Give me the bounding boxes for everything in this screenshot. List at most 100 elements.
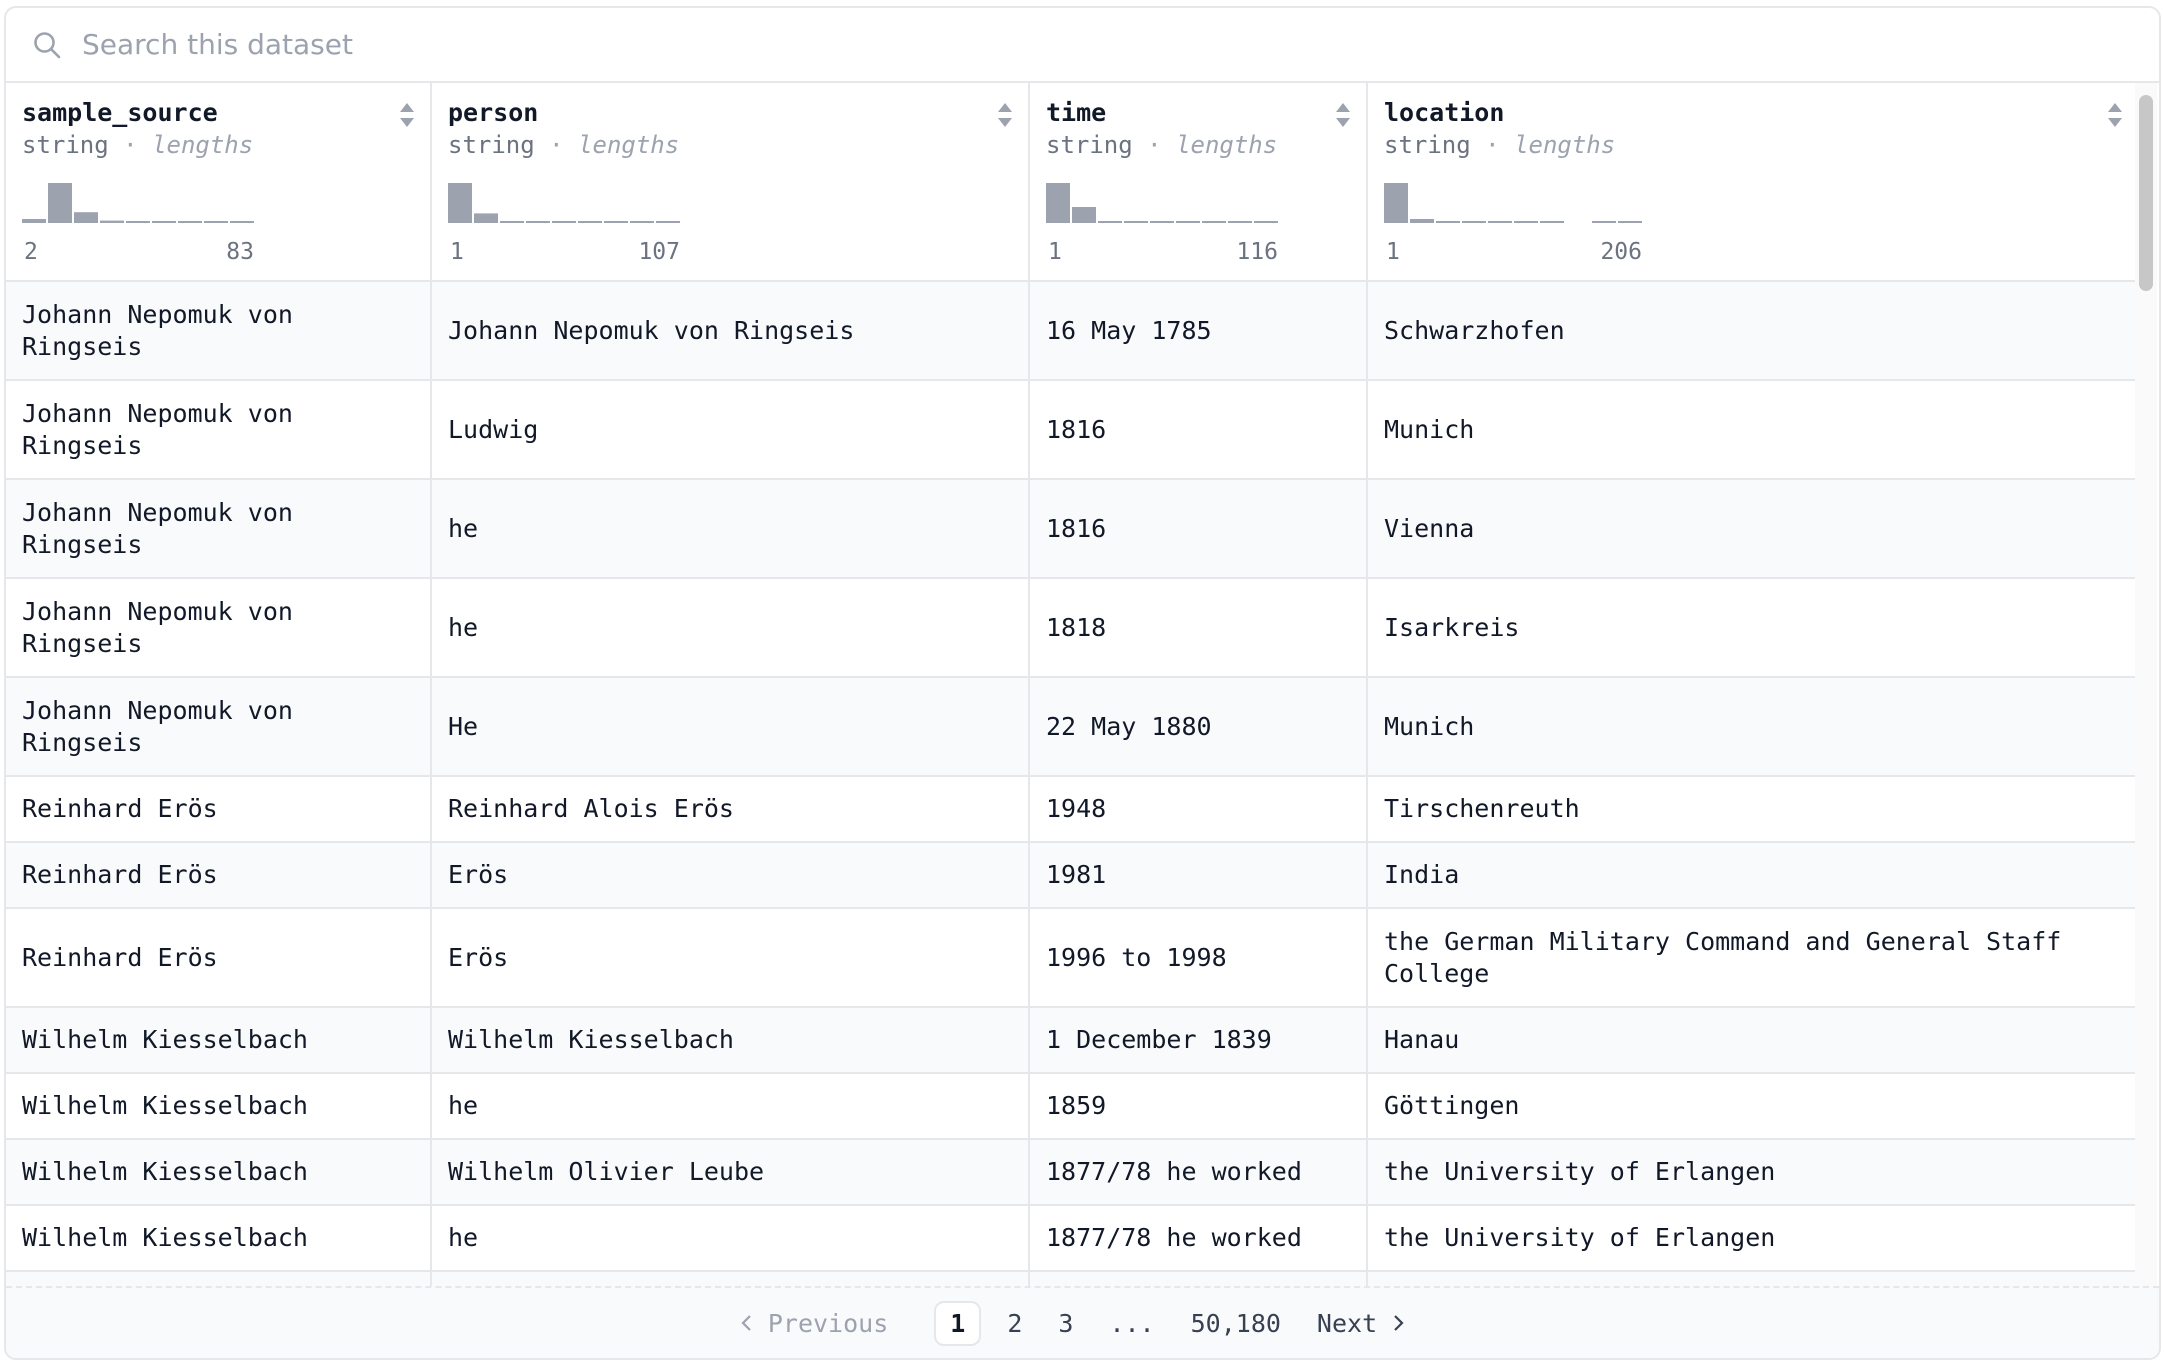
- cell-location[interactable]: Tirschenreuth: [1367, 776, 2139, 843]
- histogram-bar[interactable]: [126, 221, 150, 223]
- histogram-bar[interactable]: [1436, 221, 1460, 223]
- cell-time[interactable]: 1816: [1029, 380, 1368, 480]
- sort-icon[interactable]: [1334, 101, 1352, 129]
- cell-time[interactable]: 1859: [1029, 1073, 1368, 1140]
- histogram-bar[interactable]: [1254, 221, 1278, 223]
- table-row[interactable]: Johann Nepomuk von Ringseis he 1818 Isarkre…: [6, 578, 2139, 678]
- histogram-bar[interactable]: [526, 221, 550, 223]
- cell-location[interactable]: Munich: [1367, 677, 2139, 777]
- histogram-bar[interactable]: [656, 221, 680, 223]
- page-button-last[interactable]: 50,180: [1181, 1303, 1291, 1344]
- table-row[interactable]: Wilhelm Kiesselbach Wilhelm Olivier Leube…: [6, 1139, 2139, 1206]
- histogram-bar[interactable]: [1124, 221, 1148, 223]
- histogram-bar[interactable]: [474, 213, 498, 223]
- table-row[interactable]: Wilhelm Kiesselbach he 1859 Göttingen: [6, 1073, 2139, 1140]
- cell-location[interactable]: Munich: [1367, 380, 2139, 480]
- cell-person[interactable]: He: [431, 677, 1030, 777]
- histogram-bar[interactable]: [578, 221, 602, 223]
- next-page-button[interactable]: Next: [1307, 1303, 1415, 1344]
- cell-time[interactable]: 22 May 1880: [1029, 677, 1368, 777]
- cell-sample-source[interactable]: Reinhard Erös: [6, 776, 432, 843]
- cell-sample-source[interactable]: Johann Nepomuk von Ringseis: [6, 578, 432, 678]
- page-button-3[interactable]: 3: [1048, 1303, 1083, 1344]
- histogram-bar[interactable]: [204, 221, 228, 223]
- cell-time[interactable]: 1877/78 he worked: [1029, 1139, 1368, 1206]
- cell-location[interactable]: Göttingen: [1367, 1073, 2139, 1140]
- previous-page-button[interactable]: Previous: [730, 1303, 898, 1344]
- cell-person[interactable]: Erös: [431, 908, 1030, 1008]
- histogram-bar[interactable]: [1488, 221, 1512, 223]
- cell-sample-source[interactable]: Johann Nepomuk von Ringseis: [6, 677, 432, 777]
- sort-icon[interactable]: [996, 101, 1014, 129]
- histogram-bar[interactable]: [152, 221, 176, 223]
- histogram-bar[interactable]: [48, 183, 72, 223]
- cell-sample-source[interactable]: Wilhelm Kiesselbach: [6, 1007, 432, 1074]
- cell-time[interactable]: 1948: [1029, 776, 1368, 843]
- table-row[interactable]: Reinhard Erös Erös 1981 India: [6, 842, 2139, 909]
- cell-sample-source[interactable]: Wilhelm Kiesselbach: [6, 1139, 432, 1206]
- table-row[interactable]: Johann Nepomuk von Ringseis Ludwig 1816 Mun…: [6, 380, 2139, 480]
- cell-sample-source[interactable]: Johann Nepomuk von Ringseis: [6, 479, 432, 579]
- column-header-sample-source[interactable]: sample_source string · lengths 2 83: [6, 83, 432, 282]
- cell-person[interactable]: Wilhelm Olivier Leube: [431, 1139, 1030, 1206]
- histogram-bar[interactable]: [1072, 207, 1096, 223]
- cell-sample-source[interactable]: Wilhelm Kiesselbach: [6, 1073, 432, 1140]
- histogram-bar[interactable]: [1410, 219, 1434, 223]
- histogram-bar[interactable]: [1150, 221, 1174, 223]
- histogram-bar[interactable]: [1046, 183, 1070, 223]
- cell-time[interactable]: 1877/78 he worked: [1029, 1205, 1368, 1272]
- histogram-bar[interactable]: [1462, 221, 1486, 223]
- table-row[interactable]: Reinhard Erös Reinhard Alois Erös 1948 Tirs…: [6, 776, 2139, 843]
- histogram-bar[interactable]: [1176, 221, 1200, 223]
- cell-time[interactable]: 1818: [1029, 578, 1368, 678]
- histogram-bar[interactable]: [1098, 221, 1122, 223]
- table-row[interactable]: Johann Nepomuk von Ringseis He 22 May 1880…: [6, 677, 2139, 777]
- histogram-bar[interactable]: [1540, 221, 1564, 223]
- cell-location[interactable]: India: [1367, 842, 2139, 909]
- cell-person[interactable]: Ludwig: [431, 380, 1030, 480]
- histogram-bar[interactable]: [1514, 221, 1538, 223]
- table-row[interactable]: Johann Nepomuk von Ringseis he 1816 Vienna: [6, 479, 2139, 579]
- cell-person[interactable]: Erös: [431, 842, 1030, 909]
- cell-time[interactable]: 1996 to 1998: [1029, 908, 1368, 1008]
- column-header-person[interactable]: person string · lengths 1 107: [431, 83, 1030, 282]
- cell-time[interactable]: 1816: [1029, 479, 1368, 579]
- cell-location[interactable]: Isarkreis: [1367, 578, 2139, 678]
- cell-sample-source[interactable]: Johann Nepomuk von Ringseis: [6, 380, 432, 480]
- histogram-bar[interactable]: [1202, 221, 1226, 223]
- histogram-bar[interactable]: [1228, 221, 1252, 223]
- cell-person[interactable]: Reinhard Alois Erös: [431, 776, 1030, 843]
- cell-sample-source[interactable]: Reinhard Erös: [6, 908, 432, 1008]
- histogram-bar[interactable]: [604, 221, 628, 223]
- cell-person[interactable]: he: [431, 479, 1030, 579]
- table-row[interactable]: Wilhelm Kiesselbach he 1877/78 he worked th…: [6, 1205, 2139, 1272]
- sort-icon[interactable]: [398, 101, 416, 129]
- sort-icon[interactable]: [2106, 101, 2124, 129]
- cell-sample-source[interactable]: Reinhard Erös: [6, 842, 432, 909]
- cell-person[interactable]: he: [431, 578, 1030, 678]
- cell-location[interactable]: Hanau: [1367, 1007, 2139, 1074]
- histogram-bar[interactable]: [500, 221, 524, 223]
- scrollbar-thumb[interactable]: [2139, 95, 2153, 291]
- cell-person[interactable]: he: [431, 1205, 1030, 1272]
- cell-person[interactable]: he: [431, 1073, 1030, 1140]
- cell-location[interactable]: the German Military Command and General …: [1367, 908, 2139, 1008]
- cell-person[interactable]: Wilhelm Kiesselbach: [431, 1007, 1030, 1074]
- cell-location[interactable]: the University of Erlangen: [1367, 1139, 2139, 1206]
- page-button-current[interactable]: 1: [934, 1300, 982, 1346]
- histogram-bar[interactable]: [1592, 221, 1616, 223]
- histogram-bar[interactable]: [552, 221, 576, 223]
- histogram-bar[interactable]: [630, 221, 654, 223]
- histogram-bar[interactable]: [1384, 183, 1408, 223]
- cell-location[interactable]: the University of Erlangen: [1367, 1205, 2139, 1272]
- column-header-time[interactable]: time string · lengths 1 116: [1029, 83, 1368, 282]
- histogram-bar[interactable]: [178, 221, 202, 223]
- cell-time[interactable]: 1 December 1839: [1029, 1007, 1368, 1074]
- histogram-bar[interactable]: [448, 183, 472, 223]
- cell-time[interactable]: 1981: [1029, 842, 1368, 909]
- page-button-2[interactable]: 2: [997, 1303, 1032, 1344]
- histogram-bar[interactable]: [22, 219, 46, 223]
- histogram-bar[interactable]: [100, 220, 124, 223]
- column-header-location[interactable]: location string · lengths 1 206: [1367, 83, 2139, 282]
- histogram-bar[interactable]: [1618, 221, 1642, 223]
